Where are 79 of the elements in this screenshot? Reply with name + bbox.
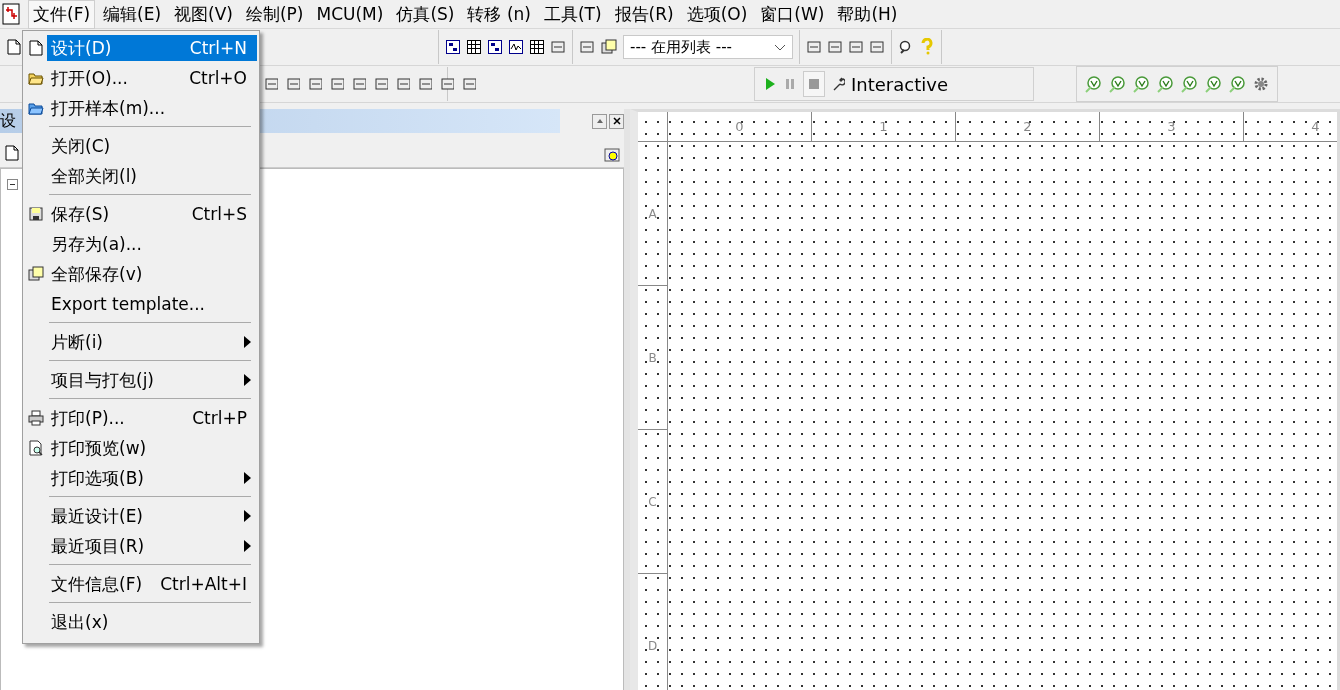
floppy-disks-icon <box>28 266 44 282</box>
menu-item[interactable]: 最近项目(R) <box>47 533 257 559</box>
submenu-arrow-icon <box>244 472 251 484</box>
folder-icon <box>28 70 44 86</box>
triangle-icon[interactable] <box>595 117 604 125</box>
close-button[interactable] <box>609 113 624 129</box>
menu-bar-item[interactable]: 编辑(E) <box>98 0 167 29</box>
new-file-icon <box>28 40 44 56</box>
probe-icon[interactable] <box>1133 75 1150 93</box>
play-icon[interactable] <box>763 76 777 92</box>
waveform-icon[interactable] <box>508 39 524 55</box>
file-icon[interactable] <box>4 145 20 163</box>
probe-icon[interactable] <box>1109 75 1126 93</box>
submenu-arrow-icon <box>244 336 251 348</box>
grid-icon[interactable] <box>466 39 482 55</box>
menu-bar-item[interactable]: 转移 (n) <box>462 0 536 29</box>
menu-item[interactable]: 片断(i) <box>47 329 257 355</box>
menu-bar-item[interactable]: 窗口(W) <box>755 0 830 29</box>
menu-item[interactable]: 全部关闭(l) <box>47 163 257 189</box>
close-icon[interactable] <box>612 117 621 125</box>
ruler-corner <box>638 112 668 142</box>
menu-item[interactable]: 另存为(a)... <box>47 231 257 257</box>
simulation-mode-label: Interactive <box>851 73 948 95</box>
column-label: 0 <box>735 119 744 134</box>
grid-icon[interactable] <box>529 39 545 55</box>
menu-item[interactable]: 打开样本(m)... <box>47 95 257 121</box>
menu-bar-item[interactable]: MCU(M) <box>311 1 389 27</box>
collapse-icon[interactable] <box>7 179 18 190</box>
restore-button[interactable] <box>592 113 607 129</box>
submenu-arrow-icon <box>244 540 251 552</box>
menu-bar-item[interactable]: 视图(V) <box>169 0 238 29</box>
menu-item[interactable]: Export template... <box>47 291 257 317</box>
row-label: B <box>648 350 657 365</box>
probe-icon[interactable] <box>1085 75 1102 93</box>
list-dropdown[interactable]: --- 在用列表 --- <box>623 35 793 59</box>
stop-icon[interactable] <box>808 78 820 90</box>
column-label: 3 <box>1167 119 1176 134</box>
menu-item[interactable]: 项目与打包(j) <box>47 367 257 393</box>
schematic-sheet[interactable]: 0 1 2 3 4 A B C D <box>638 112 1337 690</box>
settings-icon[interactable] <box>1253 76 1269 92</box>
column-label: 4 <box>1311 119 1320 134</box>
submenu-arrow-icon <box>244 374 251 386</box>
probe-icon[interactable] <box>1229 75 1246 93</box>
menu-bar-item[interactable]: 帮助(H) <box>832 0 903 29</box>
menu-item[interactable]: 设计(D) Ctrl+N <box>47 35 257 61</box>
row-label: C <box>648 494 657 509</box>
menu-item[interactable]: 文件信息(F) Ctrl+Alt+I <box>47 571 257 597</box>
menu-item[interactable]: 打开(O)... Ctrl+O <box>47 65 257 91</box>
probe-icon[interactable] <box>1181 75 1198 93</box>
print-preview-icon <box>28 440 44 456</box>
menu-item[interactable]: 关闭(C) <box>47 133 257 159</box>
menu-item[interactable]: 保存(S) Ctrl+S <box>47 201 257 227</box>
column-label: 1 <box>879 119 888 134</box>
menu-item[interactable]: 打印(P)... Ctrl+P <box>47 405 257 431</box>
pause-icon[interactable] <box>783 76 797 92</box>
menu-bar-item[interactable]: 仿真(S) <box>391 0 460 29</box>
menu-item[interactable]: 打印预览(w) <box>47 435 257 461</box>
chevron-down-icon[interactable] <box>774 42 786 52</box>
printer-icon <box>28 410 44 426</box>
menu-item[interactable]: 全部保存(v) <box>47 261 257 287</box>
menu-item[interactable]: 退出(x) <box>47 609 257 635</box>
menu-bar-item[interactable]: 文件(F) <box>28 0 96 29</box>
row-label: A <box>648 206 657 221</box>
probe-icon[interactable] <box>1205 75 1222 93</box>
column-label: 2 <box>1023 119 1032 134</box>
panel-title: 设 <box>0 110 16 132</box>
menu-bar-item[interactable]: 报告(R) <box>609 0 679 29</box>
menu-item[interactable]: 打印选项(B) <box>47 465 257 491</box>
app-logo-icon[interactable] <box>0 2 22 26</box>
menu-bar-item[interactable]: 选项(O) <box>681 0 753 29</box>
menu-bar-item[interactable]: 绘制(P) <box>240 0 309 29</box>
folder-icon <box>28 100 44 116</box>
probe-icon[interactable] <box>1157 75 1174 93</box>
wrench-icon[interactable] <box>831 76 845 92</box>
new-file-icon[interactable] <box>6 39 22 55</box>
submenu-arrow-icon <box>244 510 251 522</box>
menu-bar-item[interactable]: 工具(T) <box>538 0 607 29</box>
row-label: D <box>647 638 658 653</box>
menu-item[interactable]: 最近设计(E) <box>47 503 257 529</box>
